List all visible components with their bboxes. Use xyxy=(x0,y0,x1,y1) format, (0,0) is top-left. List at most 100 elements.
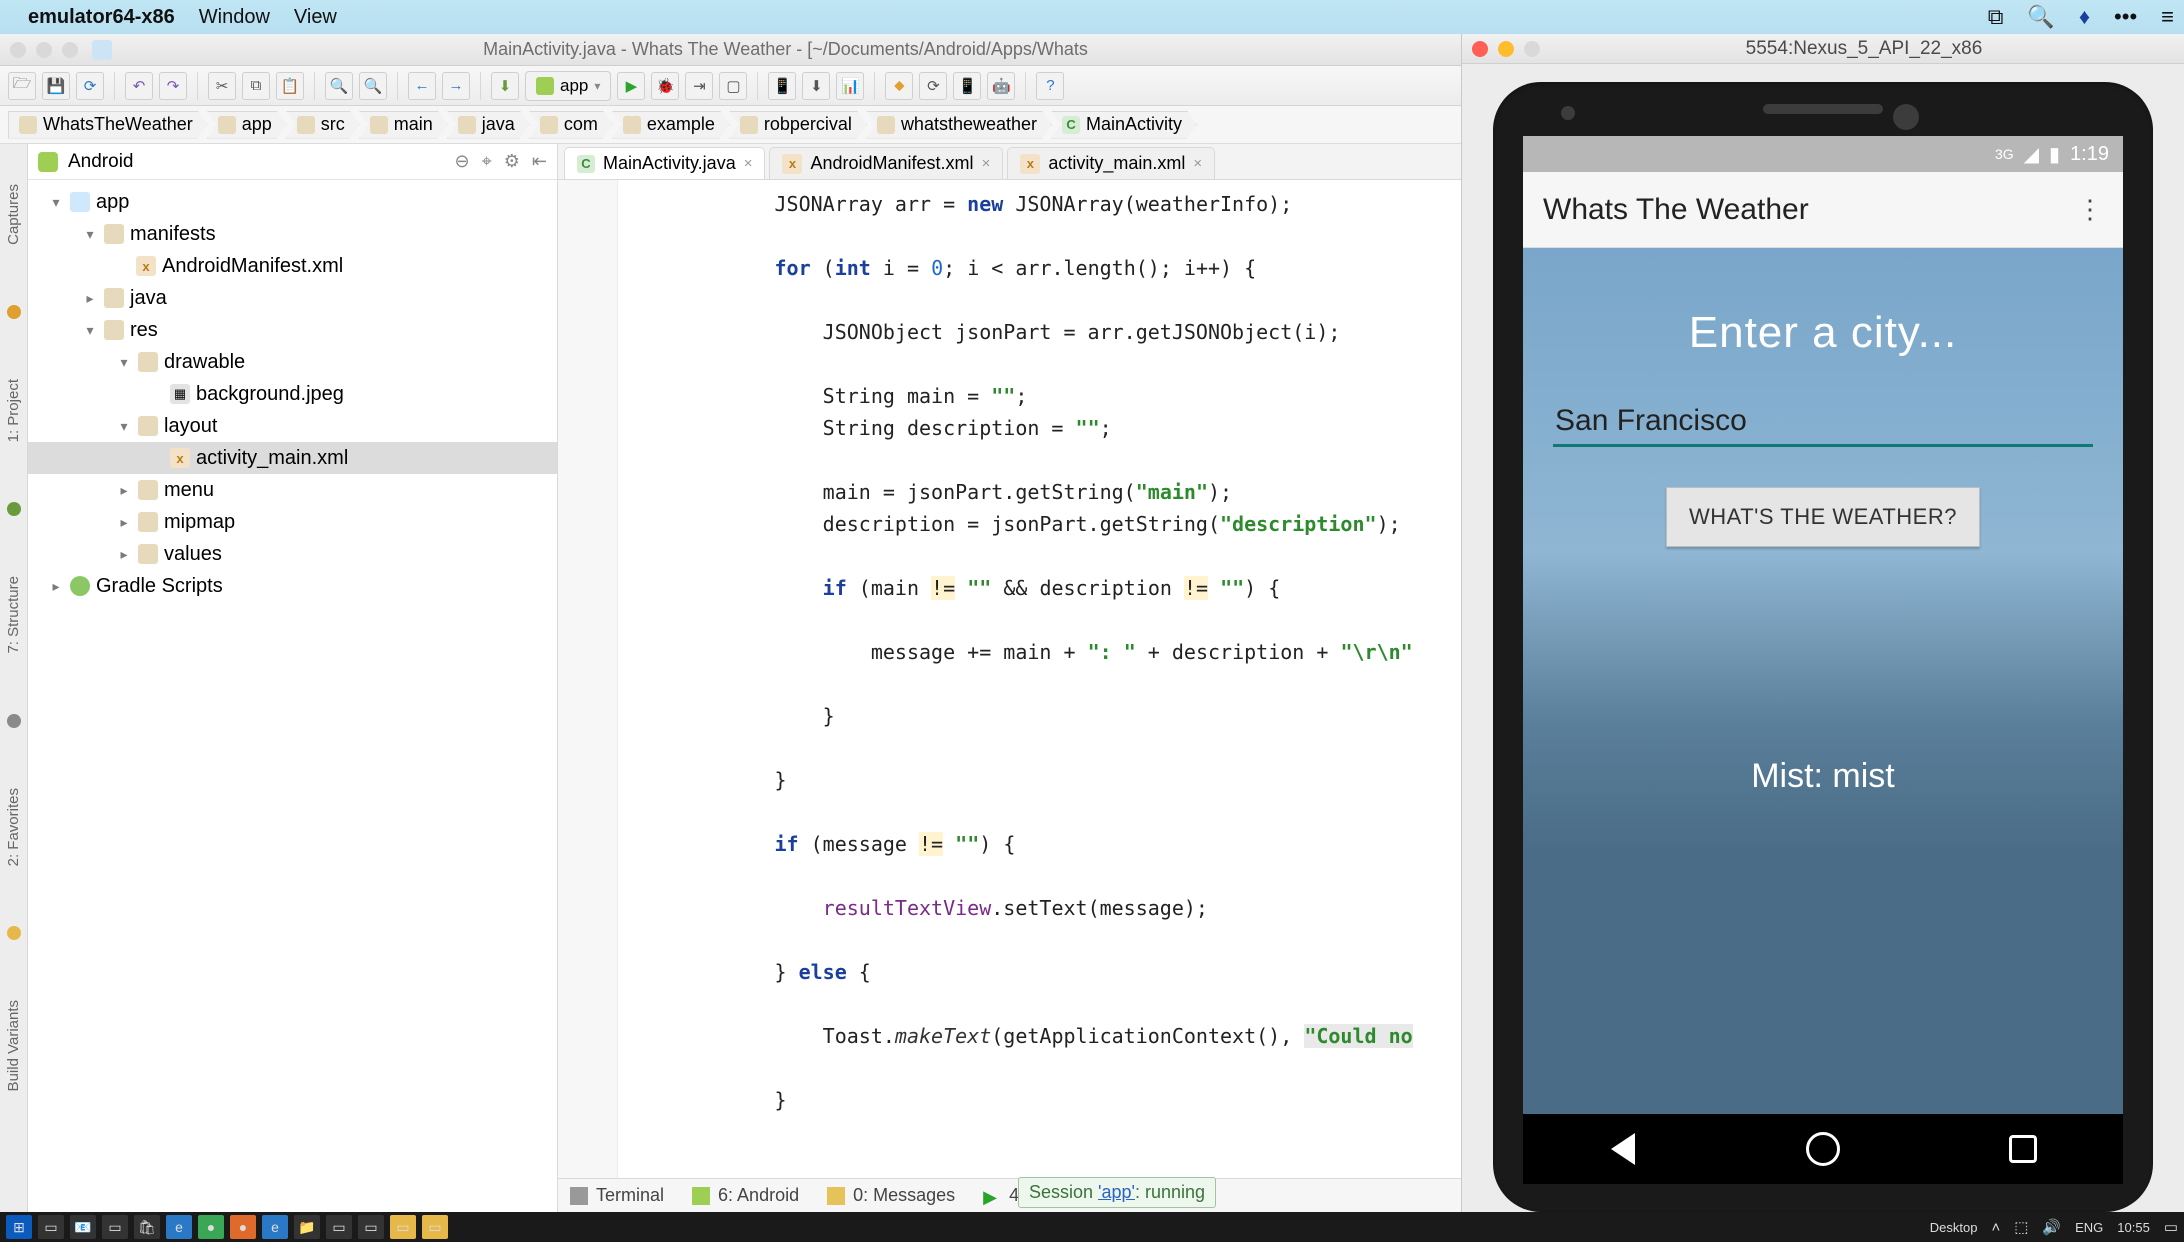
tree-android-manifest[interactable]: xAndroidManifest.xml xyxy=(28,250,557,282)
task-app-icon[interactable]: 📁 xyxy=(294,1215,320,1239)
tray-desktop-label[interactable]: Desktop xyxy=(1930,1220,1978,1235)
rail-structure[interactable]: 7: Structure xyxy=(5,576,22,654)
undo-icon[interactable]: ↶ xyxy=(125,72,153,100)
tray-network-icon[interactable]: ⬚ xyxy=(2014,1218,2028,1236)
nav-back-icon[interactable] xyxy=(1601,1127,1645,1171)
crumb-app[interactable]: app xyxy=(207,111,287,139)
crumb-java[interactable]: java xyxy=(447,111,530,139)
emu-traffic-lights[interactable] xyxy=(1472,41,1540,57)
tab-android-manifest[interactable]: xAndroidManifest.xml× xyxy=(769,147,1003,179)
close-icon[interactable]: × xyxy=(744,155,753,172)
cut-icon[interactable]: ✂ xyxy=(208,72,236,100)
crumb-package[interactable]: whatstheweather xyxy=(866,111,1052,139)
nav-home-icon[interactable] xyxy=(1801,1127,1845,1171)
monitor-icon[interactable]: 📊 xyxy=(836,72,864,100)
city-input[interactable] xyxy=(1553,398,2093,447)
collapse-icon[interactable]: ⊖ xyxy=(455,151,470,172)
nav-recents-icon[interactable] xyxy=(2001,1127,2045,1171)
task-app-icon[interactable]: ▭ xyxy=(326,1215,352,1239)
menu-window[interactable]: Window xyxy=(199,6,270,29)
menubar-app-name[interactable]: emulator64-x86 xyxy=(28,6,175,29)
tree-app[interactable]: ▾app xyxy=(28,186,557,218)
forward-icon[interactable]: → xyxy=(442,72,470,100)
task-app-icon[interactable]: 🛍 xyxy=(134,1215,160,1239)
android-tool-icon[interactable]: 🤖 xyxy=(987,72,1015,100)
sync-icon[interactable]: ⟳ xyxy=(76,72,104,100)
attach-icon[interactable]: ⇥ xyxy=(685,72,713,100)
presentation-icon[interactable]: ⧉ xyxy=(1988,4,2004,30)
close-icon[interactable]: × xyxy=(1193,155,1202,172)
copy-icon[interactable]: ⧉ xyxy=(242,72,270,100)
tree-mipmap[interactable]: ▸mipmap xyxy=(28,506,557,538)
debug-icon[interactable]: 🐞 xyxy=(651,72,679,100)
hide-icon[interactable]: ⇤ xyxy=(532,151,547,172)
tree-layout[interactable]: ▾layout xyxy=(28,410,557,442)
crumb-main[interactable]: main xyxy=(359,111,448,139)
task-app-icon[interactable]: 📧 xyxy=(70,1215,96,1239)
start-button[interactable]: ⊞ xyxy=(6,1215,32,1239)
overflow-menu-icon[interactable]: ⋮ xyxy=(2077,194,2103,225)
find-icon[interactable]: 🔍 xyxy=(325,72,353,100)
task-app-icon[interactable]: ▭ xyxy=(358,1215,384,1239)
tray-volume-icon[interactable]: 🔊 xyxy=(2042,1218,2061,1236)
paste-icon[interactable]: 📋 xyxy=(276,72,304,100)
sync-gradle-icon[interactable]: ⟳ xyxy=(919,72,947,100)
tab-activity-main[interactable]: xactivity_main.xml× xyxy=(1007,147,1215,179)
ide-traffic-lights[interactable] xyxy=(10,42,78,58)
tree-res[interactable]: ▾res xyxy=(28,314,557,346)
run-icon[interactable]: ▶ xyxy=(617,72,645,100)
task-app-icon[interactable]: ▭ xyxy=(390,1215,416,1239)
rail-favorites[interactable]: 2: Favorites xyxy=(5,788,22,866)
avd-icon[interactable]: 📱 xyxy=(768,72,796,100)
list-icon[interactable]: ≡ xyxy=(2161,4,2174,30)
task-app-icon[interactable]: ▭ xyxy=(102,1215,128,1239)
crumb-robpercival[interactable]: robpercival xyxy=(729,111,867,139)
tree-menu[interactable]: ▸menu xyxy=(28,474,557,506)
crumb-example[interactable]: example xyxy=(612,111,730,139)
save-icon[interactable]: 💾 xyxy=(42,72,70,100)
task-app-icon[interactable]: ● xyxy=(198,1215,224,1239)
tray-notification-icon[interactable]: ▭ xyxy=(2164,1218,2178,1236)
crumb-project[interactable]: WhatsTheWeather xyxy=(8,111,208,139)
task-app-icon[interactable]: e xyxy=(166,1215,192,1239)
search-icon[interactable]: 🔍 xyxy=(2027,4,2054,30)
whats-the-weather-button[interactable]: WHAT'S THE WEATHER? xyxy=(1666,487,1980,547)
settings-icon[interactable]: ⚙ xyxy=(504,151,520,172)
help-icon[interactable]: ? xyxy=(1036,72,1064,100)
structure-icon[interactable]: ⬥ xyxy=(885,72,913,100)
crumb-com[interactable]: com xyxy=(529,111,613,139)
run-config-selector[interactable]: app ▾ xyxy=(525,71,611,101)
code-editor[interactable]: JSONArray arr = new JSONArray(weatherInf… xyxy=(558,180,1461,1178)
tool-terminal[interactable]: Terminal xyxy=(570,1185,664,1206)
open-icon[interactable]: 🗁 xyxy=(8,72,36,100)
crumb-class[interactable]: CMainActivity xyxy=(1051,111,1197,139)
project-view-selector[interactable]: Android xyxy=(68,151,134,173)
tree-manifests[interactable]: ▾manifests xyxy=(28,218,557,250)
back-icon[interactable]: ← xyxy=(408,72,436,100)
rail-project[interactable]: 1: Project xyxy=(5,379,22,442)
close-icon[interactable]: × xyxy=(982,155,991,172)
tree-background[interactable]: ▦background.jpeg xyxy=(28,378,557,410)
tree-values[interactable]: ▸values xyxy=(28,538,557,570)
task-app-icon[interactable]: ● xyxy=(230,1215,256,1239)
rail-captures[interactable]: Captures xyxy=(5,184,22,245)
tab-main-activity[interactable]: CMainActivity.java× xyxy=(564,147,765,179)
tray-time[interactable]: 10:55 xyxy=(2117,1220,2150,1235)
firebase-icon[interactable]: ♦ xyxy=(2079,4,2090,30)
locate-icon[interactable]: ⌖ xyxy=(482,151,492,172)
tree-activity-main[interactable]: xactivity_main.xml xyxy=(28,442,557,474)
tray-lang[interactable]: ENG xyxy=(2075,1220,2103,1235)
tray-chevron-icon[interactable]: ˄ xyxy=(1991,1219,2000,1236)
replace-icon[interactable]: 🔍 xyxy=(359,72,387,100)
menu-view[interactable]: View xyxy=(294,6,337,29)
redo-icon[interactable]: ↷ xyxy=(159,72,187,100)
device-icon[interactable]: 📱 xyxy=(953,72,981,100)
tool-messages[interactable]: 0: Messages xyxy=(827,1185,955,1206)
sdk-icon[interactable]: ⬇ xyxy=(802,72,830,100)
tree-java[interactable]: ▸java xyxy=(28,282,557,314)
make-icon[interactable]: ⬇ xyxy=(491,72,519,100)
task-app-icon[interactable]: ▭ xyxy=(422,1215,448,1239)
task-app-icon[interactable]: ▭ xyxy=(38,1215,64,1239)
tree-drawable[interactable]: ▾drawable xyxy=(28,346,557,378)
rail-build-variants[interactable]: Build Variants xyxy=(5,1000,22,1091)
